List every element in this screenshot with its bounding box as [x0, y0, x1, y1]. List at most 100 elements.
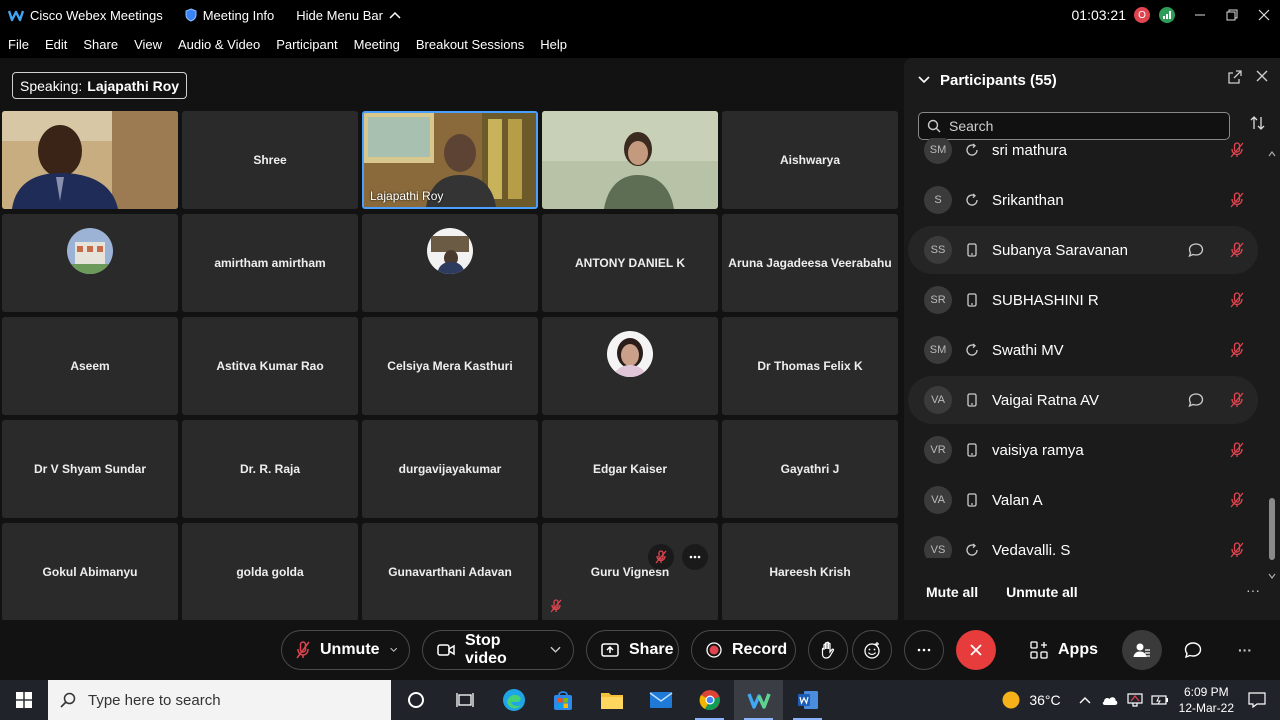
chevron-down-icon[interactable]: [389, 646, 397, 654]
participant-tile[interactable]: Astitva Kumar Rao: [182, 317, 358, 415]
video-tile-self[interactable]: [2, 111, 178, 209]
participant-tile[interactable]: [2, 214, 178, 312]
restore-button[interactable]: [1216, 0, 1248, 30]
video-tile-active-speaker[interactable]: Lajapathi Roy: [362, 111, 538, 209]
scroll-up-icon[interactable]: [1268, 150, 1276, 158]
participant-row[interactable]: SM sri mathura: [908, 138, 1258, 174]
meeting-info-button[interactable]: Meeting Info: [185, 8, 274, 23]
menu-breakout-sessions[interactable]: Breakout Sessions: [416, 37, 524, 52]
participant-tile[interactable]: [542, 317, 718, 415]
participant-tile[interactable]: Aseem: [2, 317, 178, 415]
mute-all-button[interactable]: Mute all: [926, 584, 978, 600]
hide-menu-bar-button[interactable]: Hide Menu Bar: [296, 8, 401, 23]
video-tile[interactable]: [542, 111, 718, 209]
tile-mute-button[interactable]: [648, 544, 674, 570]
participant-tile[interactable]: Gayathri J: [722, 420, 898, 518]
participant-tile[interactable]: Gunavarthani Adavan: [362, 523, 538, 621]
participant-mute-button[interactable]: [1230, 292, 1244, 313]
chevron-down-icon[interactable]: [918, 76, 930, 84]
participant-mute-button[interactable]: [1230, 542, 1244, 558]
participant-search-field[interactable]: [918, 112, 1230, 140]
stop-video-button[interactable]: Stop video: [422, 630, 574, 670]
scroll-thumb[interactable]: [1269, 498, 1275, 560]
raise-hand-button[interactable]: [808, 630, 848, 670]
participant-row[interactable]: VS Vedavalli. S: [908, 526, 1258, 558]
participant-mute-button[interactable]: [1230, 242, 1244, 263]
cortana-button[interactable]: [391, 680, 440, 720]
taskbar-word[interactable]: [783, 680, 832, 720]
participant-list-scrollbar[interactable]: [1268, 150, 1276, 580]
more-options-button[interactable]: [904, 630, 944, 670]
close-window-button[interactable]: [1248, 0, 1280, 30]
participant-mute-button[interactable]: [1230, 392, 1244, 413]
participant-tile-hovered[interactable]: Guru Vignesh: [542, 523, 718, 621]
leave-meeting-button[interactable]: [956, 630, 996, 670]
chevron-up-icon[interactable]: [1079, 696, 1091, 704]
scroll-down-icon[interactable]: [1268, 572, 1276, 580]
sort-button[interactable]: [1250, 116, 1266, 134]
participant-row[interactable]: SR SUBHASHINI R: [908, 276, 1258, 324]
participant-tile[interactable]: Gokul Abimanyu: [2, 523, 178, 621]
participant-row[interactable]: VA Valan A: [908, 476, 1258, 524]
network-icon[interactable]: [1127, 692, 1143, 708]
participant-tile[interactable]: Shree: [182, 111, 358, 209]
participant-tile[interactable]: Dr V Shyam Sundar: [2, 420, 178, 518]
record-button[interactable]: Record: [691, 630, 796, 670]
participant-row[interactable]: S Srikanthan: [908, 176, 1258, 224]
participant-row[interactable]: VA Vaigai Ratna AV: [908, 376, 1258, 424]
participant-tile[interactable]: Aishwarya: [722, 111, 898, 209]
participant-tile[interactable]: ANTONY DANIEL K: [542, 214, 718, 312]
battery-icon[interactable]: [1151, 694, 1169, 706]
menu-share[interactable]: Share: [83, 37, 118, 52]
close-icon[interactable]: [1256, 70, 1268, 82]
menu-edit[interactable]: Edit: [45, 37, 67, 52]
participant-tile[interactable]: Aruna Jagadeesa Veerabahu: [722, 214, 898, 312]
taskbar-search-box[interactable]: Type here to search: [48, 680, 391, 720]
menu-help[interactable]: Help: [540, 37, 567, 52]
apps-button[interactable]: Apps: [1030, 630, 1098, 670]
task-view-button[interactable]: [440, 680, 489, 720]
participant-tile[interactable]: Edgar Kaiser: [542, 420, 718, 518]
start-button[interactable]: [0, 680, 48, 720]
notifications-icon[interactable]: [1248, 692, 1266, 708]
reactions-button[interactable]: [852, 630, 892, 670]
chevron-down-icon[interactable]: [550, 646, 561, 654]
search-input[interactable]: [949, 118, 1209, 134]
participant-row[interactable]: VR vaisiya ramya: [908, 426, 1258, 474]
chat-button[interactable]: [1184, 630, 1202, 670]
tile-more-button[interactable]: [682, 544, 708, 570]
onedrive-cloud-icon[interactable]: [1101, 694, 1119, 706]
participant-mute-button[interactable]: [1230, 492, 1244, 513]
share-button[interactable]: Share: [586, 630, 679, 670]
taskbar-clock[interactable]: 6:09 PM 12-Mar-22: [1179, 684, 1234, 716]
menu-view[interactable]: View: [134, 37, 162, 52]
participant-tile[interactable]: durgavijayakumar: [362, 420, 538, 518]
unmute-button[interactable]: Unmute: [281, 630, 410, 670]
taskbar-store[interactable]: [538, 680, 587, 720]
participant-mute-button[interactable]: [1230, 192, 1244, 213]
pop-out-icon[interactable]: [1228, 70, 1242, 84]
menu-meeting[interactable]: Meeting: [354, 37, 400, 52]
participant-row[interactable]: SS Subanya Saravanan: [908, 226, 1258, 274]
menu-file[interactable]: File: [8, 37, 29, 52]
participant-mute-button[interactable]: [1230, 342, 1244, 363]
participant-mute-button[interactable]: [1230, 442, 1244, 463]
participant-tile[interactable]: amirtham amirtham: [182, 214, 358, 312]
menu-participant[interactable]: Participant: [276, 37, 337, 52]
taskbar-webex[interactable]: [734, 680, 783, 720]
participant-tile[interactable]: Hareesh Krish: [722, 523, 898, 621]
taskbar-edge[interactable]: [489, 680, 538, 720]
participant-tile[interactable]: Dr. R. Raja: [182, 420, 358, 518]
more-panels-button[interactable]: ···: [1238, 630, 1252, 670]
panel-more-button[interactable]: ···: [1246, 582, 1260, 598]
participant-tile[interactable]: [362, 214, 538, 312]
participant-chat-button[interactable]: [1188, 242, 1204, 263]
minimize-button[interactable]: [1184, 0, 1216, 30]
participant-tile[interactable]: golda golda: [182, 523, 358, 621]
participant-mute-button[interactable]: [1230, 142, 1244, 163]
menu-audio-video[interactable]: Audio & Video: [178, 37, 260, 52]
participant-row[interactable]: SM Swathi MV: [908, 326, 1258, 374]
participants-toggle-button[interactable]: [1122, 630, 1162, 670]
participant-chat-button[interactable]: [1188, 392, 1204, 413]
taskbar-file-explorer[interactable]: [587, 680, 636, 720]
